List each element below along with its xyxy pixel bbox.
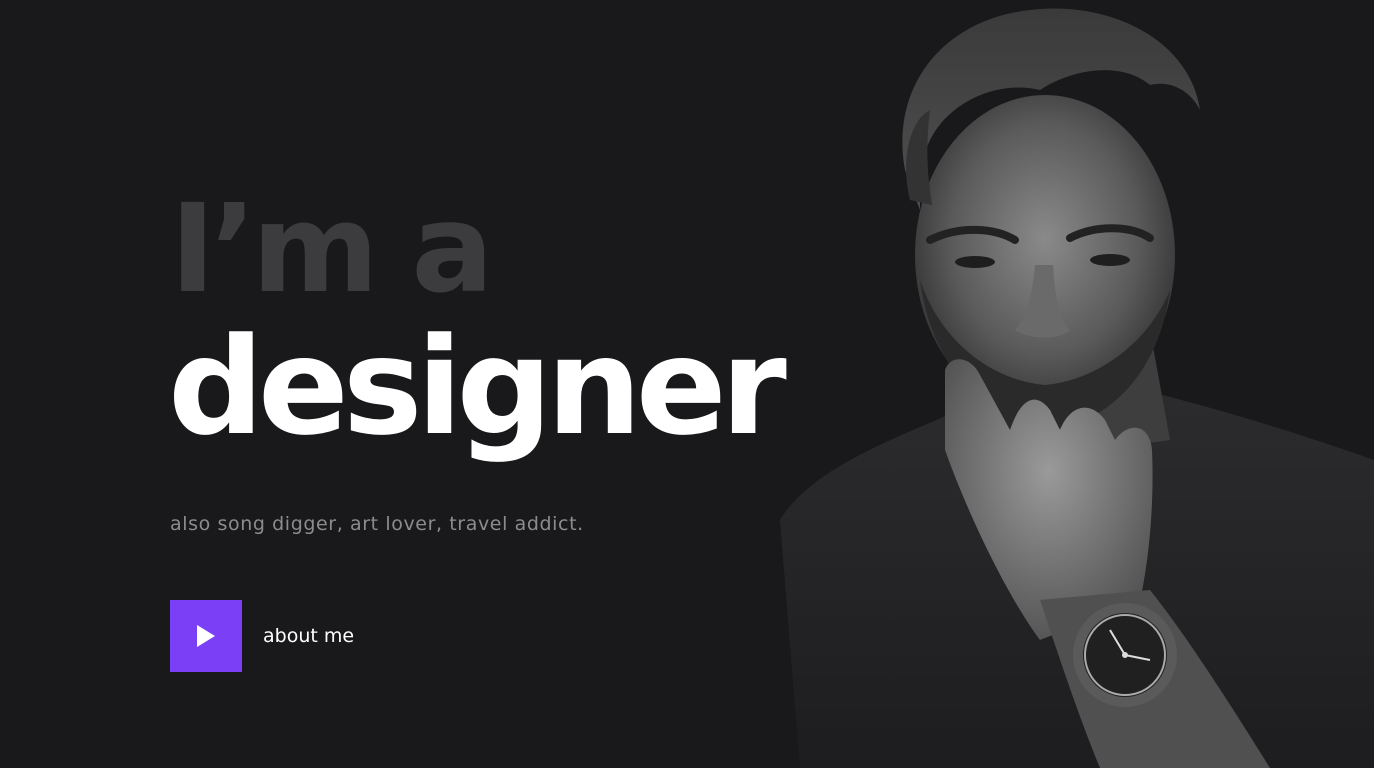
play-icon [197,625,215,647]
hero-section: I’m a designer also song digger, art lov… [0,0,1374,768]
headline-intro: I’m a [170,178,494,320]
play-button[interactable] [170,600,242,672]
about-me-label[interactable]: about me [263,625,354,647]
about-me-link[interactable]: about me [170,600,354,672]
headline-role: designer [168,309,787,465]
portrait-photo [770,0,1374,768]
tagline: also song digger, art lover, travel addi… [170,513,584,535]
